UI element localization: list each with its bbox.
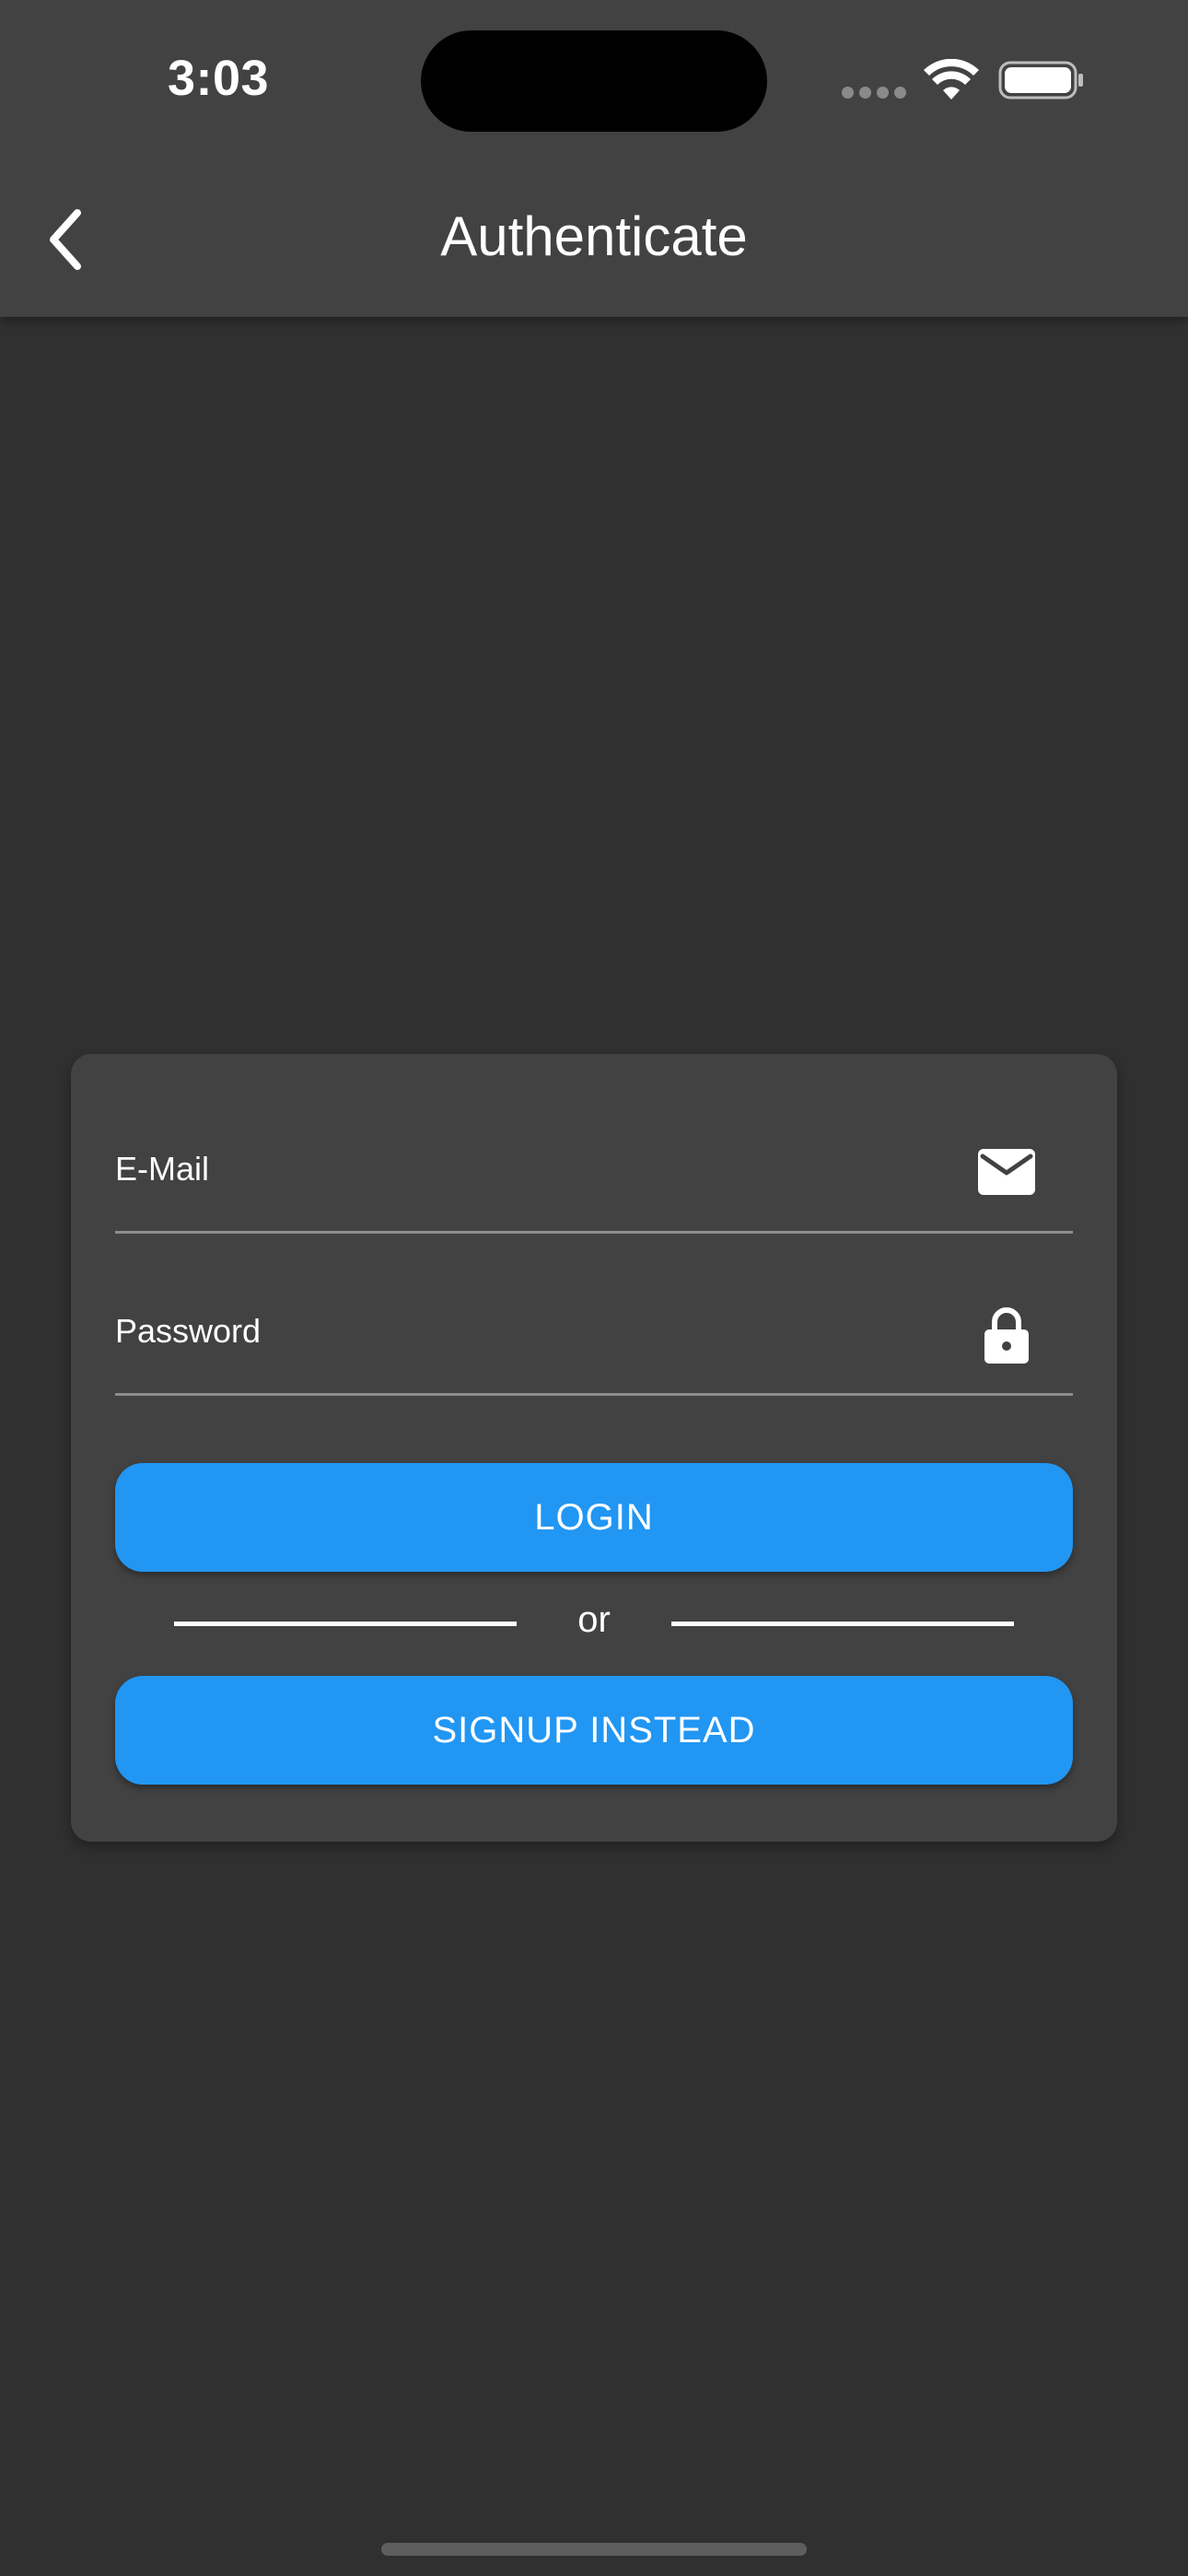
- envelope-icon: [978, 1149, 1035, 1195]
- password-field[interactable]: Password: [115, 1253, 1073, 1396]
- authenticate-screen: 3:03 Authenticate E-Mail Password LOGIN …: [0, 0, 1188, 2576]
- page-title: Authenticate: [440, 205, 748, 267]
- cellular-signal-icon: [842, 87, 906, 100]
- login-button[interactable]: LOGIN: [115, 1463, 1073, 1572]
- auth-card: E-Mail Password LOGIN or SIGNUP INSTEAD: [71, 1054, 1117, 1842]
- divider-text: or: [577, 1599, 611, 1640]
- wifi-icon: [924, 59, 979, 100]
- divider-line-left: [174, 1622, 517, 1626]
- dynamic-island: [421, 30, 767, 132]
- status-time: 3:03: [168, 51, 270, 106]
- top-bar: 3:03 Authenticate: [0, 0, 1188, 317]
- battery-icon: [998, 61, 1083, 100]
- home-indicator[interactable]: [381, 2543, 807, 2556]
- email-label: E-Mail: [115, 1150, 210, 1188]
- password-label: Password: [115, 1312, 262, 1350]
- divider-line-right: [671, 1622, 1014, 1626]
- signup-instead-button[interactable]: SIGNUP INSTEAD: [115, 1676, 1073, 1785]
- lock-icon: [984, 1307, 1029, 1364]
- email-field[interactable]: E-Mail: [115, 1091, 1073, 1234]
